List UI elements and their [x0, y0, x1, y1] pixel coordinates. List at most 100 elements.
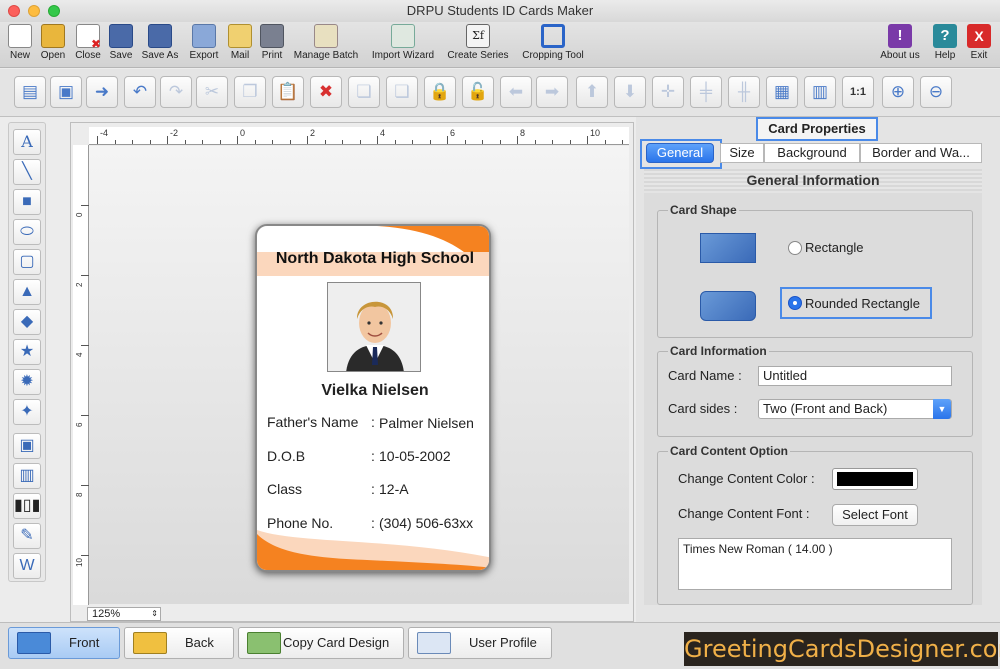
diamond-tool-button[interactable]: ◆: [13, 309, 41, 335]
ruler-button[interactable]: ▥: [804, 76, 836, 108]
paste-button[interactable]: 📋: [272, 76, 304, 108]
card-name-input[interactable]: Untitled: [758, 366, 952, 386]
unlock-icon: 🔓: [467, 82, 489, 101]
window-minimize-button[interactable]: [28, 5, 40, 17]
field-value-class[interactable]: 12-A: [379, 481, 409, 497]
student-photo[interactable]: [327, 282, 421, 372]
save-as-button[interactable]: Save As: [138, 24, 182, 61]
copy-button[interactable]: ❐: [234, 76, 266, 108]
delete-button[interactable]: ✖: [310, 76, 342, 108]
tab-general[interactable]: General: [646, 143, 714, 163]
ruler-tick: [307, 136, 308, 144]
id-card-front[interactable]: North Dakota High School Vielka Nielsen …: [255, 224, 491, 572]
select-font-button[interactable]: Select Font: [832, 504, 918, 526]
undo-button[interactable]: ↶: [124, 76, 156, 108]
zoom-in-button[interactable]: ⊕: [882, 76, 914, 108]
student-name[interactable]: Vielka Nielsen: [257, 382, 489, 400]
zoom-out-button[interactable]: ⊖: [920, 76, 952, 108]
text-tool-button[interactable]: A: [13, 129, 41, 155]
watermark-tool-button[interactable]: W: [13, 553, 41, 579]
front-button[interactable]: Front: [8, 627, 120, 659]
rounded-rectangle-shape-preview[interactable]: [700, 291, 756, 321]
signature-tool-button[interactable]: ✎: [13, 523, 41, 549]
tab-border-watermark[interactable]: Border and Wa...: [860, 143, 982, 163]
ellipse-tool-button[interactable]: ⬭: [13, 219, 41, 245]
close-button[interactable]: Close: [72, 24, 104, 61]
image-tool-button[interactable]: ▣: [50, 76, 82, 108]
lock-button[interactable]: 🔒: [424, 76, 456, 108]
rectangle-label[interactable]: Rectangle: [805, 240, 864, 255]
triangle-tool-button[interactable]: ▲: [13, 279, 41, 305]
window-maximize-button[interactable]: [48, 5, 60, 17]
help-button[interactable]: ? Help: [930, 24, 960, 61]
send-back-button[interactable]: ❏: [386, 76, 418, 108]
field-label-dob[interactable]: D.O.B: [267, 448, 305, 464]
content-color-picker[interactable]: [832, 468, 918, 490]
canvas-workspace[interactable]: North Dakota High School Vielka Nielsen …: [89, 146, 629, 604]
image-insert-tool-button[interactable]: ▣: [13, 433, 41, 459]
zoom-in-icon: ⊕: [890, 82, 906, 101]
paste-icon: 📋: [277, 82, 299, 101]
move-down-button[interactable]: ⬇: [614, 76, 646, 108]
ruler-minor-tick: [289, 140, 291, 144]
move-right-button[interactable]: ➡: [536, 76, 568, 108]
create-series-button[interactable]: Σf Create Series: [444, 24, 512, 61]
line-tool-button[interactable]: ╲: [13, 159, 41, 185]
rounded-rectangle-tool-button[interactable]: ▢: [13, 249, 41, 275]
save-button[interactable]: Save: [106, 24, 136, 61]
open-button[interactable]: Open: [36, 24, 70, 61]
tab-background[interactable]: Background: [764, 143, 860, 163]
zoom-selector[interactable]: 125% ⇕: [87, 607, 161, 621]
rectangle-tool-button[interactable]: ■: [13, 189, 41, 215]
field-colon: :: [371, 414, 375, 430]
rectangle-radio[interactable]: [788, 241, 802, 255]
actual-size-button[interactable]: 1:1: [842, 76, 874, 108]
export-image-button[interactable]: ➜: [86, 76, 118, 108]
rounded-rectangle-label[interactable]: Rounded Rectangle: [805, 296, 920, 311]
mail-button[interactable]: Mail: [226, 24, 254, 61]
align-horizontal-icon: ╪: [699, 82, 713, 101]
four-point-star-tool-button[interactable]: ✦: [13, 399, 41, 425]
field-value-dob[interactable]: 10-05-2002: [379, 448, 451, 464]
cut-button[interactable]: ✂: [196, 76, 228, 108]
ruler-label: 8: [75, 492, 84, 497]
redo-button[interactable]: ↷: [160, 76, 192, 108]
field-value-fathers-name[interactable]: Palmer Nielsen: [379, 415, 474, 431]
rounded-rectangle-radio[interactable]: [788, 296, 802, 310]
center-button[interactable]: ✛: [652, 76, 684, 108]
content-font-display[interactable]: Times New Roman ( 14.00 ): [678, 538, 952, 590]
move-up-button[interactable]: ⬆: [576, 76, 608, 108]
exit-button[interactable]: X Exit: [964, 24, 994, 61]
card-sides-select[interactable]: Two (Front and Back) ▼: [758, 399, 952, 419]
export-button[interactable]: Export: [186, 24, 222, 61]
align-horizontal-button[interactable]: ╪: [690, 76, 722, 108]
rectangle-shape-preview[interactable]: [700, 233, 756, 263]
cropping-tool-button[interactable]: Cropping Tool: [516, 24, 590, 61]
align-vertical-button[interactable]: ╫: [728, 76, 760, 108]
window-close-button[interactable]: [8, 5, 20, 17]
manage-batch-button[interactable]: Manage Batch: [290, 24, 362, 61]
ruler-tick: [81, 485, 89, 486]
back-button[interactable]: Back: [124, 627, 234, 659]
copy-card-design-button[interactable]: Copy Card Design: [238, 627, 404, 659]
burst-tool-button[interactable]: ✹: [13, 369, 41, 395]
bring-front-button[interactable]: ❏: [348, 76, 380, 108]
field-label-class[interactable]: Class: [267, 481, 302, 497]
school-name[interactable]: North Dakota High School: [257, 250, 489, 268]
grid-button[interactable]: ▦: [766, 76, 798, 108]
star-tool-button[interactable]: ★: [13, 339, 41, 365]
user-profile-label: User Profile: [469, 635, 537, 650]
field-label-fathers-name[interactable]: Father's Name: [267, 414, 358, 430]
sigma-series-icon: Σf: [466, 24, 490, 48]
print-button[interactable]: Print: [257, 24, 287, 61]
unlock-button[interactable]: 🔓: [462, 76, 494, 108]
move-left-button[interactable]: ⬅: [500, 76, 532, 108]
library-tool-button[interactable]: ▥: [13, 463, 41, 489]
import-wizard-button[interactable]: Import Wizard: [367, 24, 439, 61]
user-profile-button[interactable]: User Profile: [408, 627, 552, 659]
properties-tool-button[interactable]: ▤: [14, 76, 46, 108]
barcode-tool-button[interactable]: ▮▯▮: [13, 493, 41, 519]
about-us-button[interactable]: ! About us: [876, 24, 924, 61]
new-button[interactable]: New: [4, 24, 36, 61]
tab-size[interactable]: Size: [720, 143, 764, 163]
